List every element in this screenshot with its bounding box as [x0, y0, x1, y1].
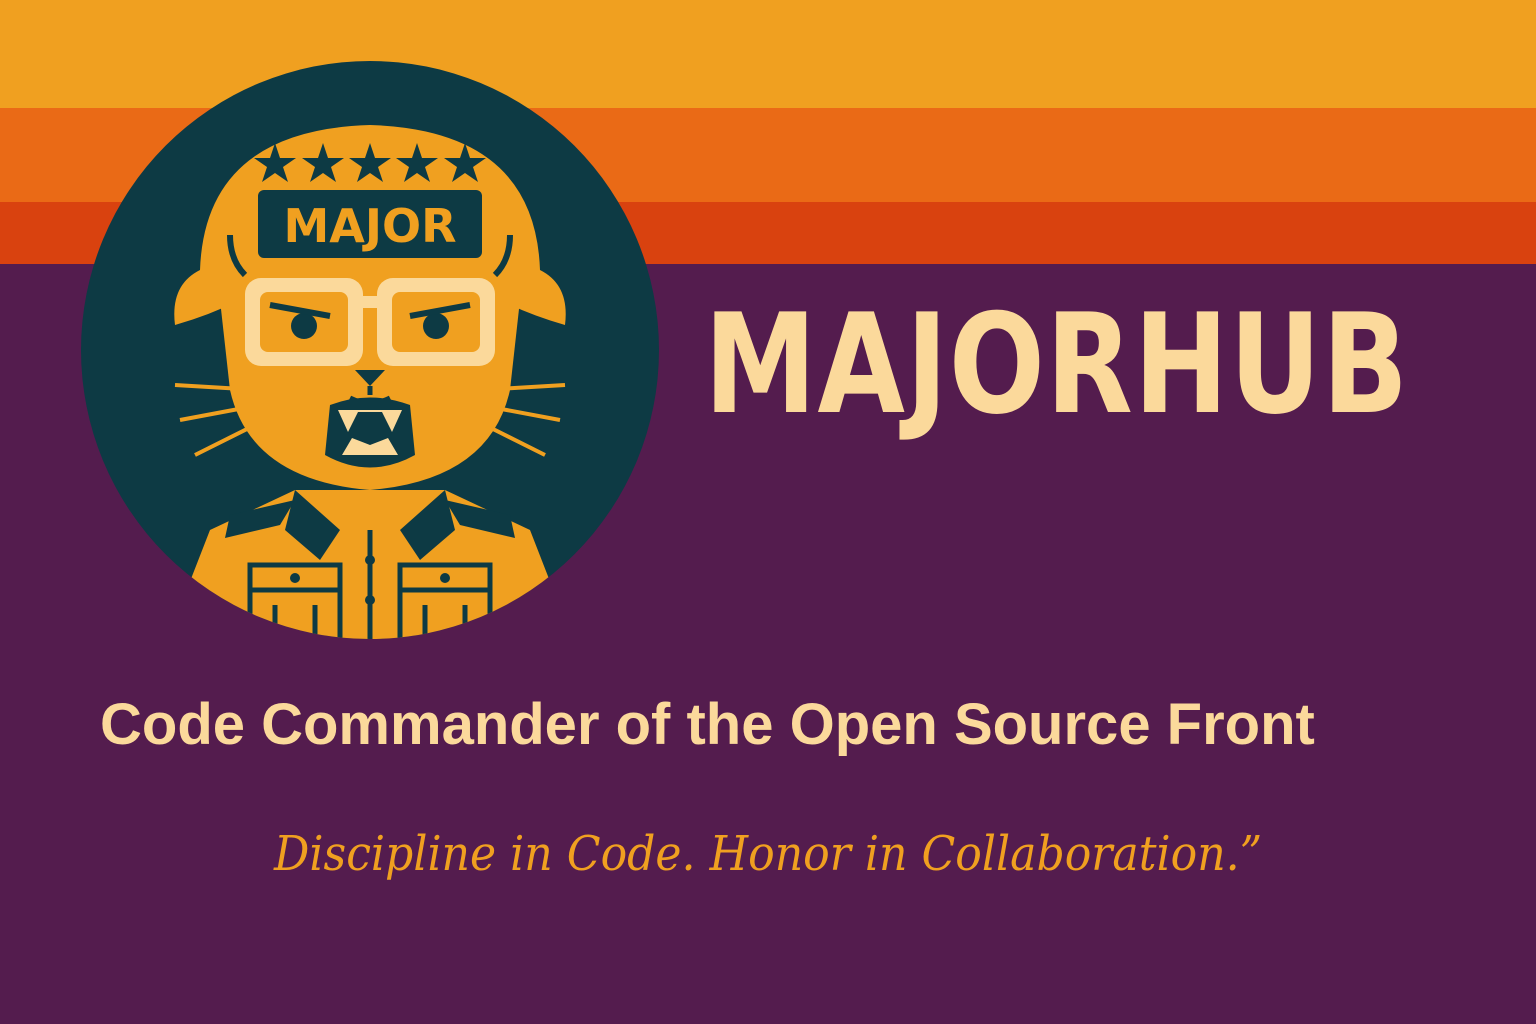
cat-mouth: [325, 397, 415, 468]
helmet-label: MAJOR: [283, 199, 456, 253]
brand-name: MAJORHUB: [704, 284, 1410, 445]
headline: Code Commander of the Open Source Front: [100, 692, 1315, 757]
motto: Discipline in Code. Honor in Collaborati…: [274, 826, 1263, 882]
mascot-logo-badge: MAJOR: [81, 61, 659, 639]
